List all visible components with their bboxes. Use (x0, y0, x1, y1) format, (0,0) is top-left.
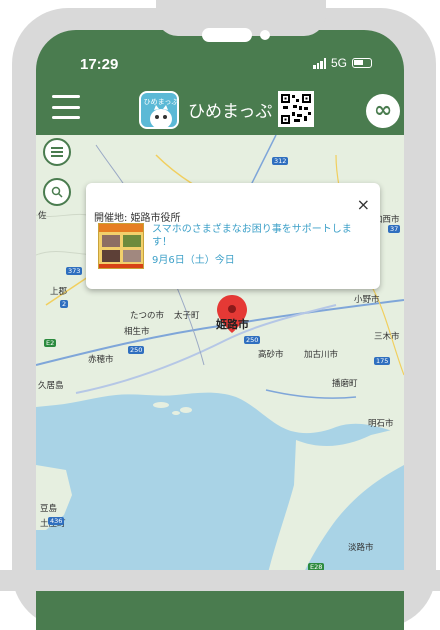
route-shield: E2 (44, 339, 57, 347)
search-button[interactable] (43, 178, 71, 206)
route-shield: 373 (66, 267, 83, 275)
app-header: ひめまっぷ ひめまっぷ ∞ (36, 85, 404, 135)
map-label-aioi: 相生市 (124, 327, 150, 337)
close-icon[interactable]: × (357, 197, 370, 213)
logo-text: ひめまっぷ (144, 98, 179, 106)
route-shield: 37 (388, 225, 401, 233)
map-label-akashi: 明石市 (368, 419, 394, 429)
battery-icon (352, 58, 373, 68)
app-logo: ひめまっぷ (139, 91, 179, 129)
route-shield: 312 (272, 157, 289, 165)
map-label-himeji: 姫路市 (216, 318, 249, 331)
map-label-kuboya: 久居島 (38, 381, 64, 391)
map-label-kami: 上郡 (50, 287, 68, 297)
list-icon (51, 147, 63, 157)
map-label-takasago: 高砂市 (258, 350, 284, 360)
map-label-ako: 赤穂市 (88, 355, 114, 365)
map-label-kakogawa: 加古川市 (304, 350, 339, 360)
map-label-harima: 播磨町 (332, 379, 358, 389)
search-icon (51, 186, 63, 198)
map-label-awaji: 淡路市 (348, 543, 374, 553)
event-thumbnail[interactable] (98, 223, 144, 269)
phone-bottom-bezel (0, 570, 440, 591)
speaker-pill (202, 28, 252, 42)
camera-dot (260, 30, 270, 40)
route-shield: 250 (128, 346, 145, 354)
route-shield: 175 (374, 357, 391, 365)
popup-description[interactable]: スマホのさまざまなお困り事をサポートします！ (152, 223, 362, 249)
popup-venue: 開催地: 姫路市役所 (94, 213, 181, 224)
qr-code-icon[interactable] (278, 91, 314, 127)
popup-date: 9月6日（土）今日 (152, 255, 235, 266)
route-shield: 436 (48, 517, 65, 525)
map-label-toshima: 豆島 (40, 504, 58, 514)
infinity-icon[interactable]: ∞ (366, 94, 400, 128)
map-label-sayo: 佐 (38, 211, 47, 221)
app-title: ひめまっぷ (188, 102, 273, 122)
map-label-taishi: 太子町 (174, 311, 200, 321)
map-label-ono: 小野市 (354, 295, 380, 305)
status-indicators: 5G (313, 56, 373, 70)
event-popup[interactable]: 開催地: 姫路市役所 × スマホのさまざまなお困り事をサポートします！ 9月6日… (86, 183, 380, 289)
signal-icon (313, 57, 326, 69)
map-label-tatsuno: たつの市 (130, 311, 165, 321)
route-shield: 2 (60, 300, 69, 308)
list-view-button[interactable] (43, 138, 71, 166)
map-label-miki: 三木市 (374, 332, 400, 342)
status-time: 17:29 (80, 56, 119, 73)
network-type: 5G (331, 56, 348, 70)
hamburger-menu-icon[interactable] (52, 95, 80, 119)
route-shield: 250 (244, 336, 261, 344)
